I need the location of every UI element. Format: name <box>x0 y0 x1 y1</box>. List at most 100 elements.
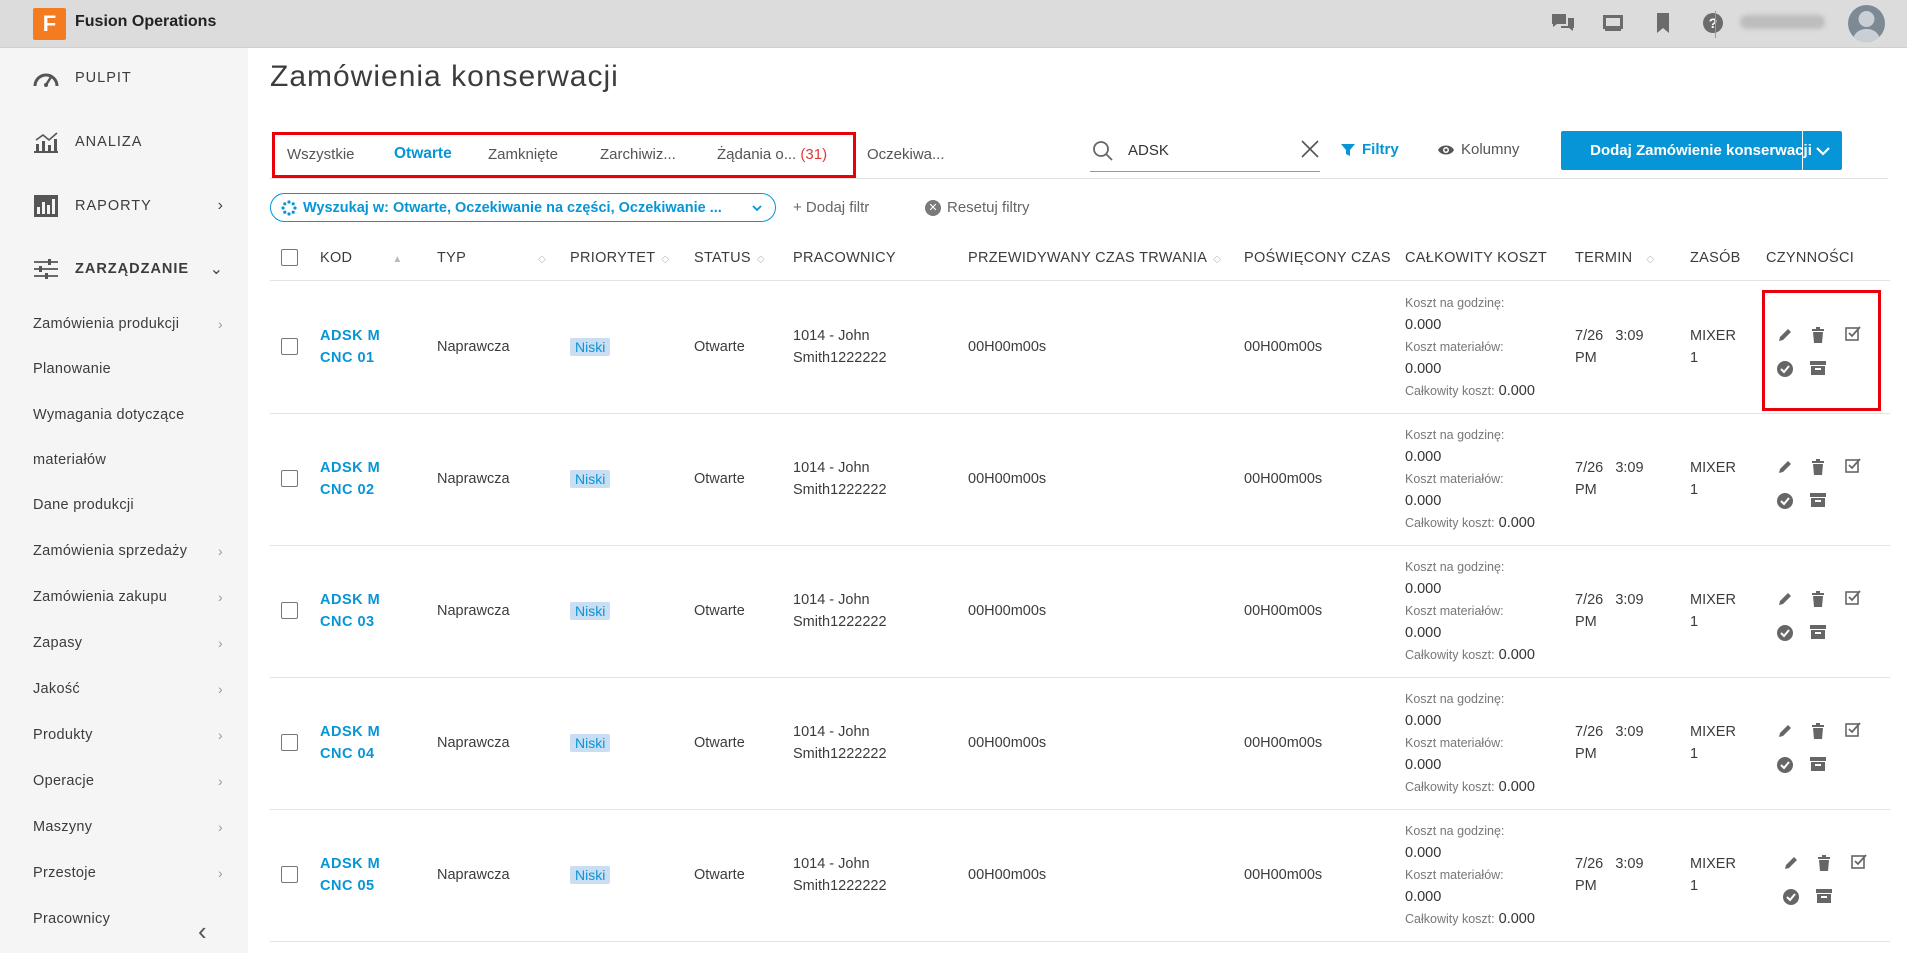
bookmark-icon[interactable] <box>1651 11 1675 35</box>
close-icon[interactable] <box>1300 139 1320 159</box>
sidebar-item-pulpit[interactable]: PULPIT <box>33 68 223 88</box>
sort-icon[interactable]: ◇ <box>1646 254 1654 265</box>
column-header-code[interactable]: KOD ▲ <box>320 250 403 266</box>
sidebar-sub-label: Maszyny <box>33 819 93 835</box>
sort-icon[interactable]: ◇ <box>661 254 669 265</box>
reset-filters-button[interactable]: ✕ Resetuj filtry <box>925 199 1030 216</box>
worker-line: Smith1222222 <box>793 878 887 894</box>
row-checkbox[interactable] <box>281 734 298 751</box>
row-checkbox[interactable] <box>281 602 298 619</box>
resource-cell: MIXER 1 <box>1690 589 1736 633</box>
spent-time-cell: 00H00m00s <box>1244 735 1323 751</box>
sort-icon[interactable]: ◇ <box>538 254 546 265</box>
complete-check-icon[interactable] <box>1775 491 1795 511</box>
checkbox-task-icon[interactable] <box>1843 719 1863 739</box>
column-header-type[interactable]: TYP ◇ <box>437 250 546 266</box>
sidebar-sub-produkty[interactable]: Produkty › <box>33 727 223 743</box>
sidebar-item-zarzadzanie[interactable]: ZARZĄDZANIE ⌄ <box>33 258 223 280</box>
chat-icon[interactable] <box>1551 11 1575 35</box>
checkbox-task-icon[interactable] <box>1843 455 1863 475</box>
checkbox-task-icon[interactable] <box>1849 851 1869 871</box>
sidebar-sub-jakosc[interactable]: Jakość › <box>33 681 223 697</box>
column-header-status[interactable]: STATUS ◇ <box>694 250 765 266</box>
tab-waiting[interactable]: Oczekiwa... <box>867 146 945 163</box>
highlight-box-tabs <box>272 132 856 178</box>
sidebar-sub-zapasy[interactable]: Zapasy › <box>33 635 223 651</box>
archive-icon[interactable] <box>1814 886 1834 906</box>
row-checkbox[interactable] <box>281 866 298 883</box>
sidebar-item-raporty[interactable]: RAPORTY › <box>33 194 223 218</box>
row-checkbox[interactable] <box>281 338 298 355</box>
hour-cost-label: Koszt na godzinę: <box>1405 692 1505 706</box>
select-all-checkbox[interactable] <box>281 249 298 266</box>
hour-cost-label: Koszt na godzinę: <box>1405 824 1505 838</box>
sidebar-sub-zamowienia-produkcji[interactable]: Zamówienia produkcji › <box>33 316 223 332</box>
complete-check-icon[interactable] <box>1775 623 1795 643</box>
workers-cell: 1014 - John Smith1222222 <box>793 589 887 633</box>
archive-icon[interactable] <box>1808 622 1828 642</box>
sidebar-sub-materialow[interactable]: materiałów <box>33 452 223 468</box>
column-header-resource[interactable]: ZASÓB <box>1690 250 1741 266</box>
search-input[interactable]: ADSK <box>1128 142 1169 159</box>
trash-icon[interactable] <box>1808 457 1828 477</box>
column-header-due[interactable]: TERMIN ◇ <box>1575 250 1654 266</box>
search-in-filter-chip[interactable]: Wyszukaj w: Otwarte, Oczekiwanie na częś… <box>270 193 776 222</box>
sidebar-item-analiza[interactable]: ANALIZA <box>33 131 223 153</box>
sort-icon[interactable]: ▲ <box>392 254 402 265</box>
sidebar-sub-zamowienia-zakupu[interactable]: Zamówienia zakupu › <box>33 589 223 605</box>
add-maintenance-order-button[interactable]: Dodaj Zamówienie konserwacji <box>1561 131 1842 170</box>
due-date: 7/26 <box>1575 856 1604 872</box>
sidebar-sub-dane-produkcji[interactable]: Dane produkcji <box>33 497 223 513</box>
trash-icon[interactable] <box>1808 721 1828 741</box>
complete-check-icon[interactable] <box>1775 755 1795 775</box>
sidebar-sub-maszyny[interactable]: Maszyny › <box>33 819 223 835</box>
order-code-link[interactable]: ADSK M CNC 02 <box>320 457 380 501</box>
avatar[interactable] <box>1848 5 1885 42</box>
add-dropdown-toggle[interactable] <box>1802 131 1842 170</box>
est-time-cell: 00H00m00s <box>968 603 1047 619</box>
help-icon[interactable]: ? <box>1701 11 1725 35</box>
sidebar-sub-przestoje[interactable]: Przestoje › <box>33 865 223 881</box>
collapse-sidebar-icon[interactable]: ‹ <box>198 916 207 947</box>
column-header-total-cost[interactable]: CAŁKOWITY KOSZT <box>1405 250 1547 266</box>
edit-icon[interactable] <box>1781 853 1801 873</box>
add-filter-button[interactable]: + Dodaj filtr <box>793 199 869 216</box>
sidebar-sub-pracownicy[interactable]: Pracownicy <box>33 911 223 927</box>
checkbox-task-icon[interactable] <box>1843 587 1863 607</box>
trash-icon[interactable] <box>1808 589 1828 609</box>
order-code-link[interactable]: ADSK M CNC 04 <box>320 721 380 765</box>
edit-icon[interactable] <box>1775 457 1795 477</box>
archive-icon[interactable] <box>1808 490 1828 510</box>
sidebar-sub-operacje[interactable]: Operacje › <box>33 773 223 789</box>
presentation-icon[interactable] <box>1601 11 1625 35</box>
column-header-spent-time[interactable]: POŚWIĘCONY CZAS <box>1244 250 1391 266</box>
row-checkbox[interactable] <box>281 470 298 487</box>
edit-icon[interactable] <box>1775 721 1795 741</box>
column-header-est-time[interactable]: PRZEWIDYWANY CZAS TRWANIA ◇ <box>968 250 1221 266</box>
filters-button[interactable]: Filtry <box>1340 141 1399 158</box>
edit-icon[interactable] <box>1775 589 1795 609</box>
hour-cost-label: Koszt na godzinę: <box>1405 560 1505 574</box>
sidebar-sub-wymagania[interactable]: Wymagania dotyczące <box>33 407 223 423</box>
columns-button[interactable]: Kolumny <box>1437 141 1519 158</box>
sort-icon[interactable]: ◇ <box>757 254 765 265</box>
column-header-workers[interactable]: PRACOWNICY <box>793 250 896 266</box>
user-name[interactable] <box>1740 15 1825 29</box>
priority-badge: Niski <box>570 866 611 884</box>
app-logo[interactable]: F <box>33 8 66 40</box>
row-divider <box>270 545 1890 546</box>
header-divider <box>270 280 1890 281</box>
search-field[interactable]: ADSK <box>1090 134 1320 172</box>
trash-icon[interactable] <box>1814 853 1834 873</box>
sort-icon[interactable]: ◇ <box>1213 254 1221 265</box>
total-cost-cell: Koszt na godzinę: 0.000 Koszt materiałów… <box>1405 556 1535 666</box>
column-header-priority[interactable]: PRIORYTET ◇ <box>570 250 669 266</box>
complete-check-icon[interactable] <box>1781 887 1801 907</box>
archive-icon[interactable] <box>1808 754 1828 774</box>
sidebar-sub-planowanie[interactable]: Planowanie <box>33 361 223 377</box>
order-code-link[interactable]: ADSK M CNC 01 <box>320 325 380 369</box>
priority-cell: Niski <box>570 864 611 887</box>
order-code-link[interactable]: ADSK M CNC 05 <box>320 853 380 897</box>
order-code-link[interactable]: ADSK M CNC 03 <box>320 589 380 633</box>
sidebar-sub-zamowienia-sprzedazy[interactable]: Zamówienia sprzedaży › <box>33 543 223 559</box>
